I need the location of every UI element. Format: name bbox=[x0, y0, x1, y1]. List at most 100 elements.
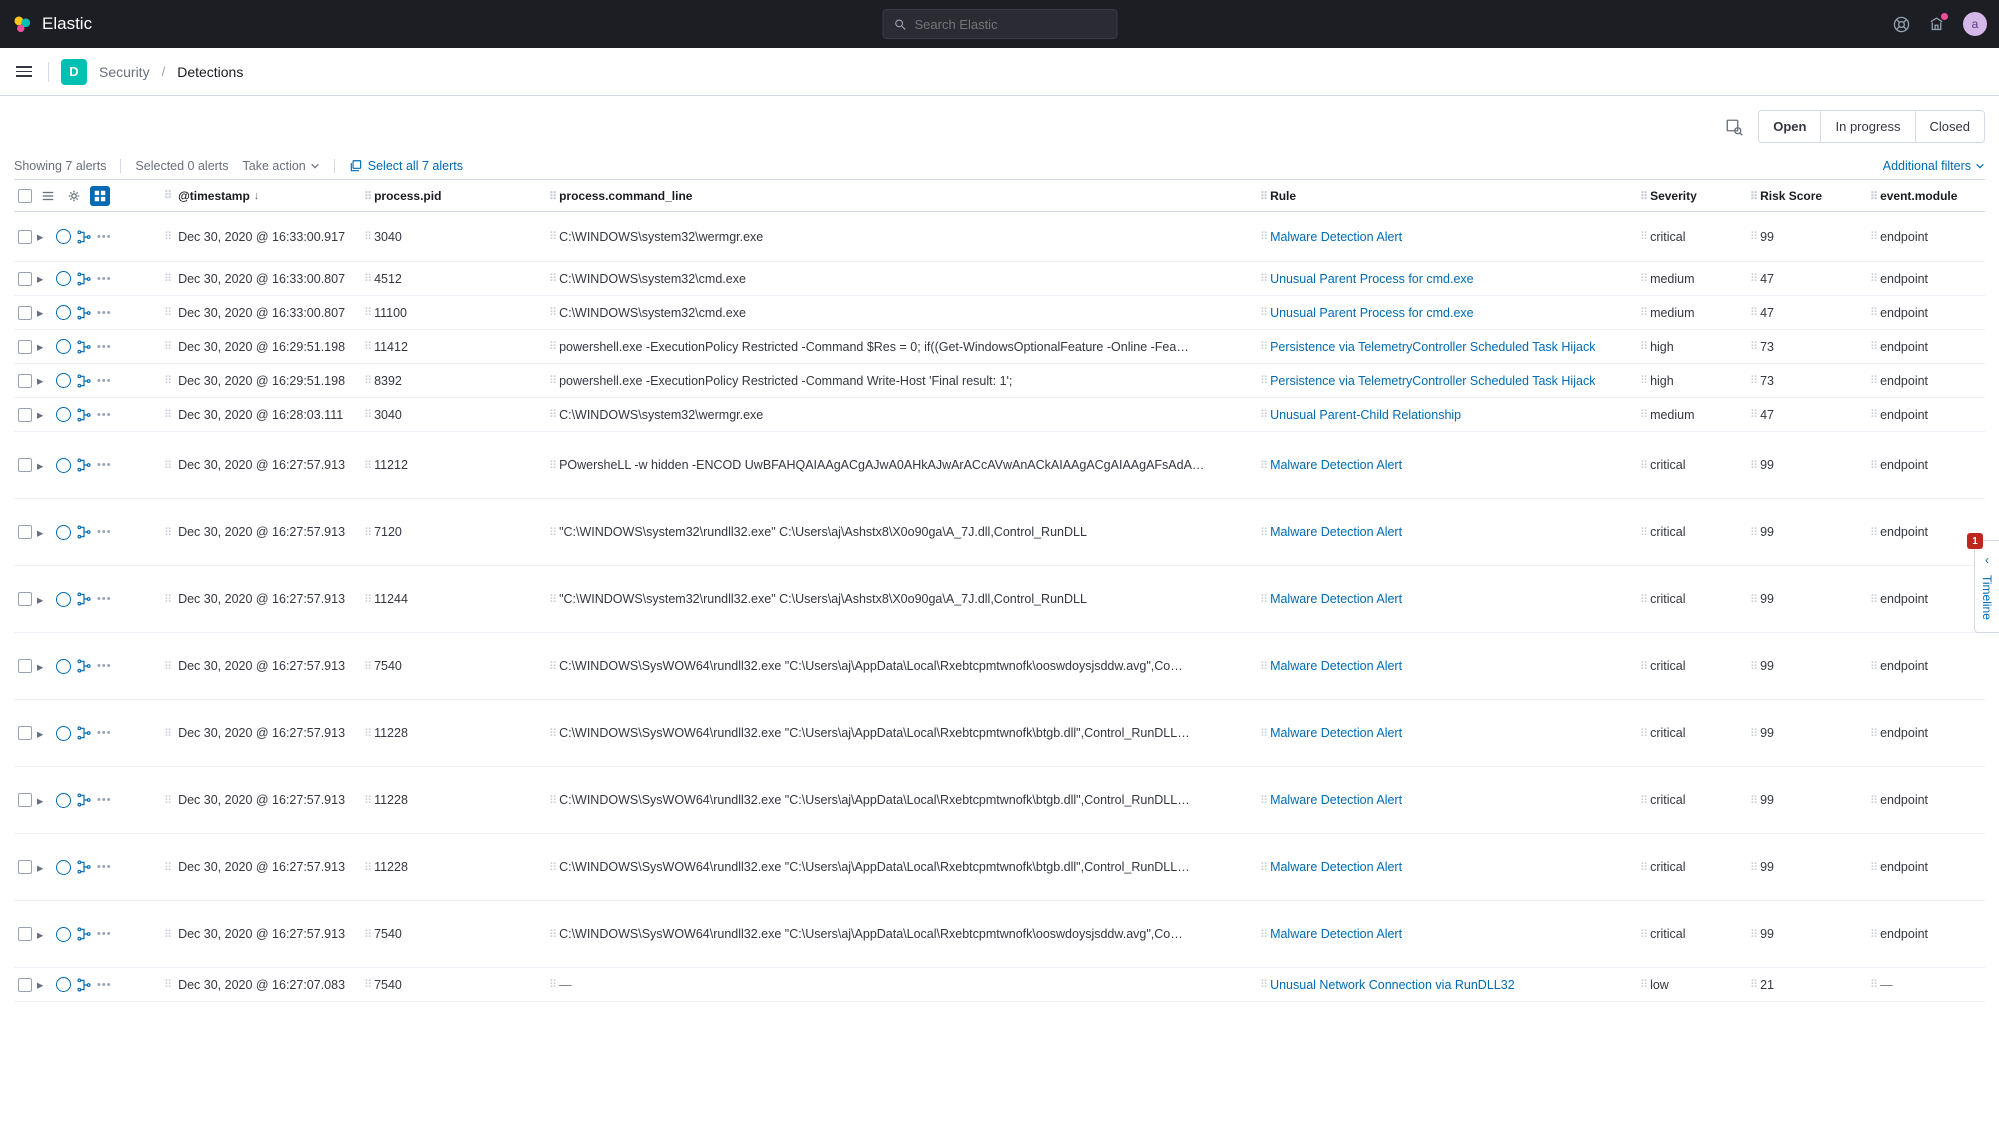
drag-handle-icon[interactable]: ⠿ bbox=[1750, 928, 1756, 941]
drag-handle-icon[interactable]: ⠿ bbox=[364, 526, 370, 539]
drag-handle-icon[interactable]: ⠿ bbox=[1870, 272, 1876, 285]
drag-handle-icon[interactable]: ⠿ bbox=[549, 794, 555, 807]
newsfeed-icon[interactable] bbox=[1928, 16, 1945, 33]
more-actions-button[interactable]: ••• bbox=[97, 727, 112, 739]
col-header-risk[interactable]: ⠿Risk Score bbox=[1750, 189, 1870, 203]
analyze-event-button[interactable] bbox=[76, 725, 92, 741]
status-inprogress-button[interactable]: In progress bbox=[1821, 111, 1915, 142]
drag-handle-icon[interactable]: ⠿ bbox=[1260, 928, 1266, 941]
drag-handle-icon[interactable]: ⠿ bbox=[1870, 978, 1876, 991]
drag-handle-icon[interactable]: ⠿ bbox=[1640, 191, 1646, 203]
drag-handle-icon[interactable]: ⠿ bbox=[164, 861, 170, 874]
drag-handle-icon[interactable]: ⠿ bbox=[164, 928, 170, 941]
row-checkbox[interactable] bbox=[18, 408, 32, 422]
additional-filters-button[interactable]: Additional filters bbox=[1883, 159, 1985, 173]
rule-link[interactable]: Malware Detection Alert bbox=[1270, 860, 1402, 874]
drag-handle-icon[interactable]: ⠿ bbox=[1750, 660, 1756, 673]
analyze-event-button[interactable] bbox=[76, 407, 92, 423]
drag-handle-icon[interactable]: ⠿ bbox=[1870, 306, 1876, 319]
drag-handle-icon[interactable]: ⠿ bbox=[549, 374, 555, 387]
analyze-event-button[interactable] bbox=[76, 339, 92, 355]
drag-handle-icon[interactable]: ⠿ bbox=[364, 374, 370, 387]
drag-handle-icon[interactable]: ⠿ bbox=[1260, 374, 1266, 387]
expand-row-button[interactable]: ▸ bbox=[37, 229, 51, 244]
drag-handle-icon[interactable]: ⠿ bbox=[1640, 727, 1646, 740]
rule-link[interactable]: Malware Detection Alert bbox=[1270, 458, 1402, 472]
drag-handle-icon[interactable]: ⠿ bbox=[1750, 727, 1756, 740]
more-actions-button[interactable]: ••• bbox=[97, 375, 112, 387]
drag-handle-icon[interactable]: ⠿ bbox=[549, 340, 555, 353]
select-all-checkbox[interactable] bbox=[18, 189, 32, 203]
drag-handle-icon[interactable]: ⠿ bbox=[364, 978, 370, 991]
drag-handle-icon[interactable]: ⠿ bbox=[1750, 459, 1756, 472]
more-actions-button[interactable]: ••• bbox=[97, 231, 112, 243]
analyze-event-button[interactable] bbox=[76, 591, 92, 607]
drag-handle-icon[interactable]: ⠿ bbox=[1640, 526, 1646, 539]
drag-handle-icon[interactable]: ⠿ bbox=[1640, 660, 1646, 673]
drag-handle-icon[interactable]: ⠿ bbox=[364, 340, 370, 353]
drag-handle-icon[interactable]: ⠿ bbox=[364, 593, 370, 606]
drag-handle-icon[interactable]: ⠿ bbox=[164, 374, 170, 387]
drag-handle-icon[interactable]: ⠿ bbox=[1870, 526, 1876, 539]
analyze-event-button[interactable] bbox=[76, 524, 92, 540]
rule-link[interactable]: Malware Detection Alert bbox=[1270, 525, 1402, 539]
drag-handle-icon[interactable]: ⠿ bbox=[1870, 794, 1876, 807]
drag-handle-icon[interactable]: ⠿ bbox=[1870, 593, 1876, 606]
inspect-button[interactable] bbox=[1720, 113, 1748, 141]
drag-handle-icon[interactable]: ⠿ bbox=[364, 794, 370, 807]
drag-handle-icon[interactable]: ⠿ bbox=[164, 408, 170, 421]
expand-row-button[interactable]: ▸ bbox=[37, 726, 51, 741]
expand-row-button[interactable]: ▸ bbox=[37, 525, 51, 540]
analyze-event-button[interactable] bbox=[76, 926, 92, 942]
row-checkbox[interactable] bbox=[18, 525, 32, 539]
drag-handle-icon[interactable]: ⠿ bbox=[164, 306, 170, 319]
drag-handle-icon[interactable]: ⠿ bbox=[1640, 861, 1646, 874]
drag-handle-icon[interactable]: ⠿ bbox=[1870, 861, 1876, 874]
drag-handle-icon[interactable]: ⠿ bbox=[364, 191, 370, 203]
rule-link[interactable]: Persistence via TelemetryController Sche… bbox=[1270, 340, 1595, 354]
drag-handle-icon[interactable]: ⠿ bbox=[164, 526, 170, 539]
drag-handle-icon[interactable]: ⠿ bbox=[1640, 306, 1646, 319]
drag-handle-icon[interactable]: ⠿ bbox=[1260, 978, 1266, 991]
drag-handle-icon[interactable]: ⠿ bbox=[164, 794, 170, 807]
analyze-event-button[interactable] bbox=[76, 658, 92, 674]
drag-handle-icon[interactable]: ⠿ bbox=[364, 408, 370, 421]
rule-link[interactable]: Malware Detection Alert bbox=[1270, 726, 1402, 740]
drag-handle-icon[interactable]: ⠿ bbox=[164, 660, 170, 673]
view-grid-button[interactable] bbox=[90, 186, 110, 206]
drag-handle-icon[interactable]: ⠿ bbox=[364, 861, 370, 874]
row-checkbox[interactable] bbox=[18, 978, 32, 992]
row-checkbox[interactable] bbox=[18, 340, 32, 354]
select-all-button[interactable]: Select all 7 alerts bbox=[349, 159, 463, 173]
expand-row-button[interactable]: ▸ bbox=[37, 927, 51, 942]
drag-handle-icon[interactable]: ⠿ bbox=[1260, 408, 1266, 421]
expand-row-button[interactable]: ▸ bbox=[37, 458, 51, 473]
drag-handle-icon[interactable]: ⠿ bbox=[1260, 861, 1266, 874]
expand-row-button[interactable]: ▸ bbox=[37, 373, 51, 388]
user-avatar[interactable]: a bbox=[1963, 12, 1987, 36]
drag-handle-icon[interactable]: ⠿ bbox=[1750, 861, 1756, 874]
more-actions-button[interactable]: ••• bbox=[97, 794, 112, 806]
col-header-rule[interactable]: ⠿Rule bbox=[1260, 189, 1640, 203]
drag-handle-icon[interactable]: ⠿ bbox=[1260, 191, 1266, 203]
alert-status-button[interactable] bbox=[56, 305, 71, 320]
drag-handle-icon[interactable]: ⠿ bbox=[1870, 374, 1876, 387]
rule-link[interactable]: Unusual Parent Process for cmd.exe bbox=[1270, 272, 1474, 286]
drag-handle-icon[interactable]: ⠿ bbox=[549, 306, 555, 319]
rule-link[interactable]: Persistence via TelemetryController Sche… bbox=[1270, 374, 1595, 388]
drag-handle-icon[interactable]: ⠿ bbox=[164, 459, 170, 472]
drag-handle-icon[interactable]: ⠿ bbox=[1750, 340, 1756, 353]
drag-handle-icon[interactable]: ⠿ bbox=[1750, 374, 1756, 387]
analyze-event-button[interactable] bbox=[76, 229, 92, 245]
drag-handle-icon[interactable]: ⠿ bbox=[164, 978, 170, 991]
drag-handle-icon[interactable]: ⠿ bbox=[364, 727, 370, 740]
alert-status-button[interactable] bbox=[56, 229, 71, 244]
drag-handle-icon[interactable]: ⠿ bbox=[1640, 978, 1646, 991]
alert-status-button[interactable] bbox=[56, 592, 71, 607]
alert-status-button[interactable] bbox=[56, 860, 71, 875]
drag-handle-icon[interactable]: ⠿ bbox=[364, 459, 370, 472]
search-input[interactable] bbox=[914, 17, 1106, 32]
drag-handle-icon[interactable]: ⠿ bbox=[1260, 340, 1266, 353]
drag-handle-icon[interactable]: ⠿ bbox=[1870, 459, 1876, 472]
drag-handle-icon[interactable]: ⠿ bbox=[1870, 408, 1876, 421]
